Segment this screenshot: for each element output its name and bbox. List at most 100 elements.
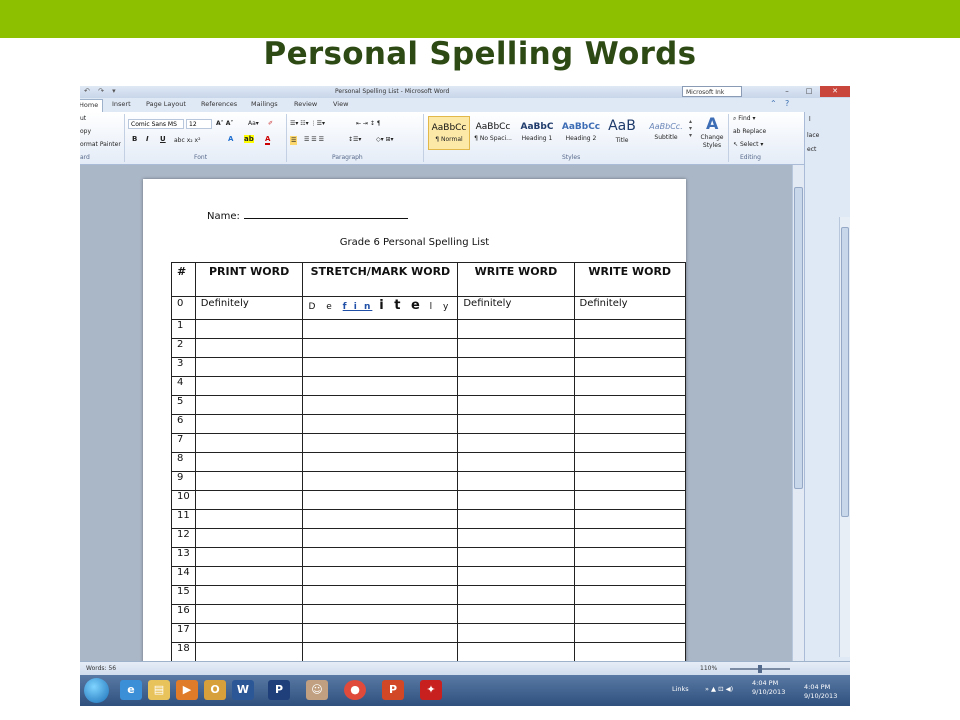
tab-view[interactable]: View — [333, 100, 348, 108]
stretch-mark-cell[interactable] — [302, 452, 459, 472]
cut-button[interactable]: ut — [80, 115, 86, 122]
write-word-cell[interactable] — [457, 566, 575, 586]
write-word-cell[interactable] — [573, 471, 686, 491]
write-word-cell[interactable]: Definitely — [457, 296, 575, 320]
publisher-icon[interactable]: P — [268, 680, 290, 700]
stretch-mark-cell[interactable] — [302, 471, 459, 491]
app-icon[interactable]: ☺ — [306, 680, 328, 700]
close-button[interactable]: ✕ — [820, 86, 850, 97]
write-word-cell[interactable] — [457, 604, 575, 624]
scrollbar-thumb[interactable] — [794, 187, 803, 489]
print-word-cell[interactable] — [194, 471, 304, 491]
text-effects-icon[interactable]: A — [228, 135, 233, 143]
write-word-cell[interactable] — [573, 623, 686, 643]
stretch-mark-cell[interactable] — [302, 433, 459, 453]
write-word-cell[interactable] — [573, 414, 686, 434]
print-word-cell[interactable] — [194, 319, 304, 339]
write-word-cell[interactable] — [457, 528, 575, 548]
print-word-cell[interactable] — [194, 414, 304, 434]
select-button[interactable]: ↖ Select ▾ — [733, 141, 763, 148]
highlight-icon[interactable]: ab — [244, 135, 254, 143]
zoom-level[interactable]: 110% — [700, 665, 717, 672]
write-word-cell[interactable] — [457, 376, 575, 396]
write-word-cell[interactable] — [573, 395, 686, 415]
write-word-cell[interactable] — [457, 471, 575, 491]
stretch-mark-cell[interactable] — [302, 585, 459, 605]
write-word-cell[interactable] — [573, 547, 686, 567]
write-word-cell[interactable] — [457, 585, 575, 605]
bullets-icon[interactable]: ☰▾ ☷▾ ⋮☰▾ — [290, 120, 325, 127]
ie-icon[interactable]: e — [120, 680, 142, 700]
stretch-mark-cell[interactable] — [302, 566, 459, 586]
clock[interactable]: 4:04 PM 9/10/2013 — [752, 679, 785, 697]
write-word-cell[interactable] — [573, 319, 686, 339]
second-scrollbar[interactable] — [839, 217, 850, 657]
powerpoint-icon[interactable]: P — [382, 680, 404, 700]
copy-button[interactable]: opy — [80, 128, 91, 135]
format-painter-button[interactable]: ormat Painter — [80, 141, 121, 148]
change-case-icon[interactable]: Aa▾ — [248, 120, 259, 127]
clear-formatting-icon[interactable]: ✐ — [268, 120, 273, 127]
quick-access-toolbar[interactable]: ↶ ↷ ▾ — [84, 87, 119, 95]
write-word-cell[interactable] — [457, 357, 575, 377]
styles-scroll-icon[interactable]: ▴ ▾ ▾ — [689, 118, 692, 139]
style-heading-1[interactable]: AaBbC Heading 1 — [516, 116, 558, 150]
stretch-mark-cell[interactable] — [302, 528, 459, 548]
replace-button[interactable]: ab Replace — [733, 128, 766, 135]
media-player-icon[interactable]: ▶ — [176, 680, 198, 700]
font-name-combo[interactable]: Comic Sans MS — [128, 119, 184, 129]
write-word-cell[interactable] — [457, 319, 575, 339]
write-word-cell[interactable] — [457, 338, 575, 358]
style-subtitle[interactable]: AaBbCc. Subtitle — [644, 116, 688, 150]
write-word-cell[interactable] — [457, 414, 575, 434]
print-word-cell[interactable] — [194, 623, 304, 643]
stretch-mark-cell[interactable] — [302, 642, 459, 661]
stretch-mark-cell[interactable] — [302, 414, 459, 434]
print-word-cell[interactable] — [194, 528, 304, 548]
strikethrough-button[interactable]: abc x₂ x² — [174, 137, 201, 144]
stretch-mark-cell[interactable] — [302, 357, 459, 377]
outlook-icon[interactable]: O — [204, 680, 226, 700]
grow-font-icon[interactable]: A˄ A˅ — [216, 120, 233, 127]
write-word-cell[interactable] — [457, 452, 575, 472]
chrome-icon[interactable]: ● — [344, 680, 366, 700]
write-word-cell[interactable] — [573, 433, 686, 453]
print-word-cell[interactable] — [194, 509, 304, 529]
stretch-mark-cell[interactable] — [302, 490, 459, 510]
style-no-spacing[interactable]: AaBbCc ¶ No Spaci... — [472, 116, 514, 150]
write-word-cell[interactable] — [457, 547, 575, 567]
write-word-cell[interactable] — [457, 642, 575, 661]
style-heading-2[interactable]: AaBbCc Heading 2 — [560, 116, 602, 150]
write-word-cell[interactable] — [573, 528, 686, 548]
write-word-cell[interactable] — [457, 623, 575, 643]
print-word-cell[interactable] — [194, 376, 304, 396]
write-word-cell[interactable] — [573, 357, 686, 377]
write-word-cell[interactable] — [573, 585, 686, 605]
minimize-ribbon-icon[interactable]: ⌃ — [770, 99, 777, 108]
bold-button[interactable]: B — [132, 135, 137, 143]
print-word-cell[interactable] — [194, 433, 304, 453]
tab-mailings[interactable]: Mailings — [251, 100, 278, 108]
find-button[interactable]: ⌕ Find ▾ — [733, 115, 756, 123]
write-word-cell[interactable] — [573, 376, 686, 396]
stretch-mark-cell[interactable] — [302, 547, 459, 567]
change-styles-icon[interactable]: A — [706, 114, 718, 133]
print-word-cell[interactable] — [194, 490, 304, 510]
explorer-icon[interactable]: ▤ — [148, 680, 170, 700]
print-word-cell[interactable] — [194, 585, 304, 605]
print-word-cell[interactable] — [194, 357, 304, 377]
stretch-mark-cell[interactable] — [302, 604, 459, 624]
document-page[interactable]: Name: Grade 6 Personal Spelling List # P… — [143, 179, 686, 661]
print-word-cell[interactable] — [194, 566, 304, 586]
print-word-cell[interactable] — [194, 395, 304, 415]
zoom-slider-thumb[interactable] — [758, 665, 762, 673]
write-word-cell[interactable] — [573, 338, 686, 358]
write-word-cell[interactable] — [573, 566, 686, 586]
font-color-icon[interactable]: A — [265, 135, 271, 145]
tray-icons[interactable]: » ▲ ⊡ ◀) — [705, 685, 733, 693]
links-toolbar[interactable]: Links — [672, 685, 689, 693]
indent-icon[interactable]: ⇤ ⇥ ↕ ¶ — [356, 120, 381, 127]
print-word-cell[interactable]: Definitely — [194, 296, 304, 320]
maximize-button[interactable]: □ — [798, 86, 820, 97]
word-count[interactable]: Words: 56 — [86, 665, 116, 672]
